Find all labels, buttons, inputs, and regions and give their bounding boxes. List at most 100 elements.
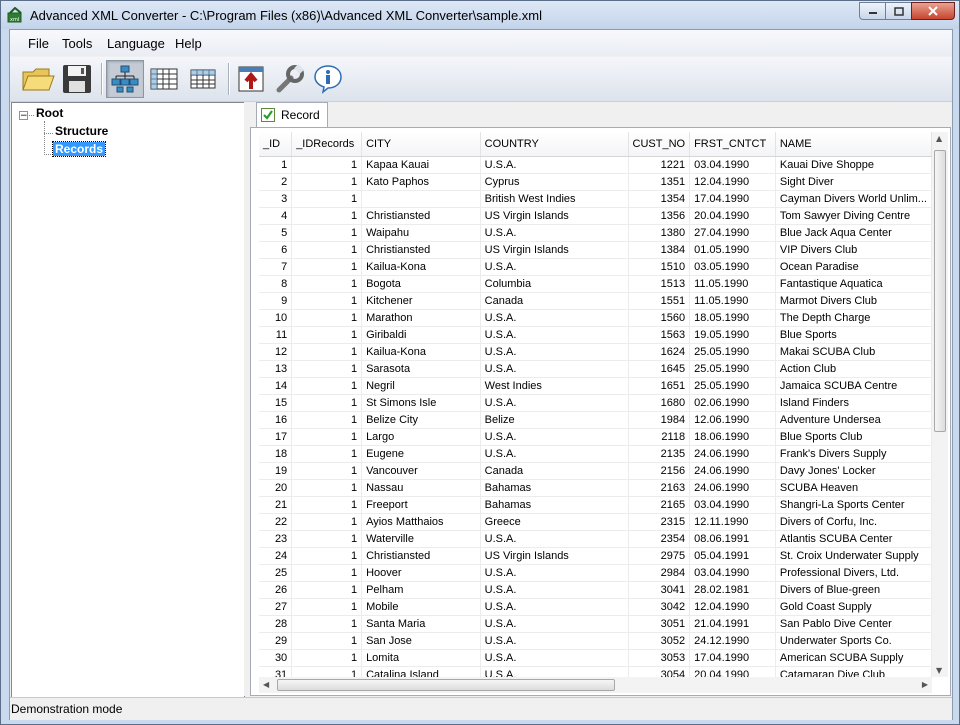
table-row[interactable]: 19 1 Vancouver Canada 2156 24.06.1990 Davy Jon… — [259, 462, 932, 480]
cell-idrecords[interactable]: 1 — [291, 462, 363, 480]
cell-id[interactable]: 15 — [259, 394, 293, 412]
tree-node-root[interactable]: Root — [36, 106, 63, 120]
table-row[interactable]: 10 1 Marathon U.S.A. 1560 18.05.1990 The Depth… — [259, 309, 932, 327]
cell-id[interactable]: 6 — [259, 241, 293, 259]
cell-idrecords[interactable]: 1 — [291, 156, 363, 174]
cell-name[interactable]: Adventure Undersea — [775, 411, 932, 429]
cell-cust-no[interactable]: 3041 — [628, 581, 691, 599]
scroll-up-arrow-icon[interactable]: ▲ — [936, 134, 942, 143]
cell-frst-cntct[interactable]: 12.11.1990 — [689, 513, 776, 531]
cell-name[interactable]: American SCUBA Supply — [775, 649, 932, 667]
table-view-button[interactable] — [145, 60, 183, 98]
cell-city[interactable]: Kailua-Kona — [361, 258, 481, 276]
cell-idrecords[interactable]: 1 — [291, 479, 363, 497]
cell-id[interactable]: 28 — [259, 615, 293, 633]
cell-idrecords[interactable]: 1 — [291, 530, 363, 548]
cell-id[interactable]: 20 — [259, 479, 293, 497]
cell-frst-cntct[interactable]: 24.06.1990 — [689, 479, 776, 497]
cell-country[interactable]: US Virgin Islands — [480, 547, 629, 565]
cell-country[interactable]: Greece — [480, 513, 629, 531]
horizontal-scrollbar[interactable]: ◀ ▶ — [259, 677, 932, 693]
cell-cust-no[interactable]: 2984 — [628, 564, 691, 582]
title-bar[interactable]: xml Advanced XML Converter - C:\Program … — [1, 1, 959, 29]
cell-country[interactable]: West Indies — [480, 377, 629, 395]
cell-id[interactable]: 19 — [259, 462, 293, 480]
cell-city[interactable]: Kailua-Kona — [361, 343, 481, 361]
cell-cust-no[interactable]: 1680 — [628, 394, 691, 412]
table-row[interactable]: 8 1 Bogota Columbia 1513 11.05.1990 Fantastiqu… — [259, 275, 932, 293]
cell-frst-cntct[interactable]: 20.04.1990 — [689, 666, 776, 677]
cell-id[interactable]: 24 — [259, 547, 293, 565]
cell-city[interactable]: Ayios Matthaios — [361, 513, 481, 531]
cell-city[interactable]: Bogota — [361, 275, 481, 293]
cell-frst-cntct[interactable]: 03.04.1990 — [689, 564, 776, 582]
cell-city[interactable]: San Jose — [361, 632, 481, 650]
cell-city[interactable]: Christiansted — [361, 241, 481, 259]
cell-city[interactable]: Belize City — [361, 411, 481, 429]
table-row[interactable]: 30 1 Lomita U.S.A. 3053 17.04.1990 American SC… — [259, 649, 932, 667]
cell-cust-no[interactable]: 1351 — [628, 173, 691, 191]
cell-id[interactable]: 16 — [259, 411, 293, 429]
cell-frst-cntct[interactable]: 17.04.1990 — [689, 649, 776, 667]
cell-frst-cntct[interactable]: 03.04.1990 — [689, 496, 776, 514]
cell-idrecords[interactable]: 1 — [291, 615, 363, 633]
table-row[interactable]: 29 1 San Jose U.S.A. 3052 24.12.1990 Underwate… — [259, 632, 932, 650]
cell-id[interactable]: 23 — [259, 530, 293, 548]
cell-frst-cntct[interactable]: 17.04.1990 — [689, 190, 776, 208]
table-row[interactable]: 20 1 Nassau Bahamas 2163 24.06.1990 SCUBA Heav… — [259, 479, 932, 497]
cell-country[interactable]: Bahamas — [480, 496, 629, 514]
cell-cust-no[interactable]: 2118 — [628, 428, 691, 446]
cell-city[interactable]: Giribaldi — [361, 326, 481, 344]
cell-name[interactable]: Makai SCUBA Club — [775, 343, 932, 361]
cell-name[interactable]: Fantastique Aquatica — [775, 275, 932, 293]
cell-id[interactable]: 30 — [259, 649, 293, 667]
table-row[interactable]: 1 1 Kapaa Kauai U.S.A. 1221 03.04.1990 Kauai D… — [259, 156, 932, 174]
cell-name[interactable]: The Depth Charge — [775, 309, 932, 327]
table-row[interactable]: 25 1 Hoover U.S.A. 2984 03.04.1990 Professiona… — [259, 564, 932, 582]
cell-cust-no[interactable]: 1380 — [628, 224, 691, 242]
cell-country[interactable]: U.S.A. — [480, 666, 629, 677]
cell-name[interactable]: Davy Jones' Locker — [775, 462, 932, 480]
cell-country[interactable]: Canada — [480, 462, 629, 480]
cell-city[interactable]: Marathon — [361, 309, 481, 327]
cell-idrecords[interactable]: 1 — [291, 496, 363, 514]
cell-frst-cntct[interactable]: 19.05.1990 — [689, 326, 776, 344]
cell-frst-cntct[interactable]: 28.02.1981 — [689, 581, 776, 599]
cell-city[interactable]: Negril — [361, 377, 481, 395]
cell-frst-cntct[interactable]: 08.06.1991 — [689, 530, 776, 548]
tree-view-button[interactable] — [106, 60, 144, 98]
table-row[interactable]: 3 1 British West Indies 1354 17.04.1990 Cayma… — [259, 190, 932, 208]
cell-id[interactable]: 18 — [259, 445, 293, 463]
table-row[interactable]: 24 1 Christiansted US Virgin Islands 2975 05.… — [259, 547, 932, 565]
menu-language[interactable]: Language — [107, 36, 165, 51]
cell-frst-cntct[interactable]: 03.04.1990 — [689, 156, 776, 174]
export-button[interactable] — [232, 60, 270, 98]
cell-name[interactable]: Action Club — [775, 360, 932, 378]
cell-city[interactable]: Vancouver — [361, 462, 481, 480]
cell-idrecords[interactable]: 1 — [291, 258, 363, 276]
open-button[interactable] — [19, 60, 57, 98]
cell-id[interactable]: 1 — [259, 156, 293, 174]
table-row[interactable]: 6 1 Christiansted US Virgin Islands 1384 01.0… — [259, 241, 932, 259]
cell-id[interactable]: 22 — [259, 513, 293, 531]
cell-city[interactable]: Waterville — [361, 530, 481, 548]
cell-id[interactable]: 14 — [259, 377, 293, 395]
table-row[interactable]: 5 1 Waipahu U.S.A. 1380 27.04.1990 Blue Jack A… — [259, 224, 932, 242]
cell-city[interactable]: Sarasota — [361, 360, 481, 378]
scroll-right-arrow-icon[interactable]: ▶ — [922, 680, 928, 689]
cell-frst-cntct[interactable]: 12.04.1990 — [689, 598, 776, 616]
table-row[interactable]: 15 1 St Simons Isle U.S.A. 1680 02.06.1990 Isl… — [259, 394, 932, 412]
cell-name[interactable]: Sight Diver — [775, 173, 932, 191]
cell-country[interactable]: U.S.A. — [480, 530, 629, 548]
cell-city[interactable]: Kitchener — [361, 292, 481, 310]
menu-tools[interactable]: Tools — [62, 36, 92, 51]
cell-cust-no[interactable]: 2315 — [628, 513, 691, 531]
cell-idrecords[interactable]: 1 — [291, 513, 363, 531]
cell-cust-no[interactable]: 1221 — [628, 156, 691, 174]
cell-idrecords[interactable]: 1 — [291, 632, 363, 650]
cell-cust-no[interactable]: 1563 — [628, 326, 691, 344]
menu-file[interactable]: File — [28, 36, 49, 51]
cell-idrecords[interactable]: 1 — [291, 547, 363, 565]
horizontal-scroll-thumb[interactable] — [277, 679, 615, 691]
cell-city[interactable]: Largo — [361, 428, 481, 446]
